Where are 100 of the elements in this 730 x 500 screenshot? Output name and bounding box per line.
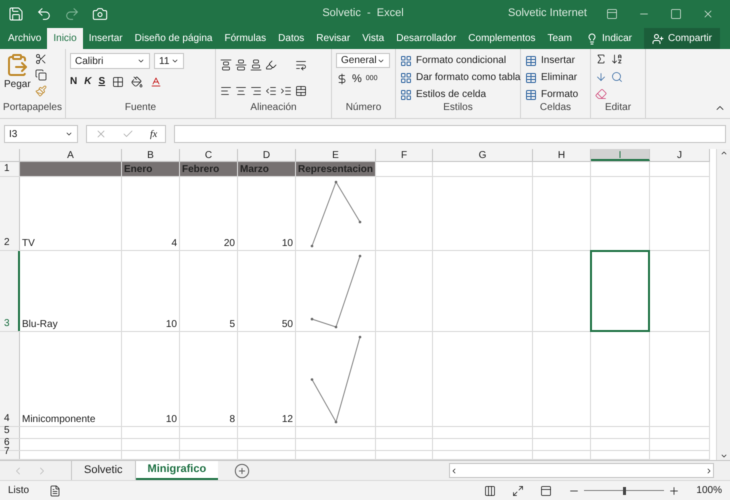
borders-icon[interactable] <box>112 76 124 88</box>
ribbon-tab[interactable]: Inicio <box>47 28 83 49</box>
align-left-icon[interactable] <box>220 84 232 96</box>
column-header[interactable]: F <box>376 149 433 161</box>
selected-cell[interactable] <box>590 250 650 332</box>
redo-icon[interactable] <box>64 6 80 22</box>
table-cell: 10 <box>166 318 177 331</box>
percent-button[interactable]: % <box>352 71 362 88</box>
maximize-icon[interactable] <box>670 8 682 20</box>
column-header[interactable]: D <box>238 149 296 161</box>
row-header[interactable]: 4 <box>0 332 20 426</box>
align-right-icon[interactable] <box>250 84 262 96</box>
zoom-slider[interactable] <box>584 486 664 494</box>
name-box[interactable]: I3 <box>4 125 78 143</box>
row-header[interactable]: 5 <box>0 427 20 438</box>
font-color-icon[interactable] <box>150 76 162 88</box>
close-icon[interactable] <box>702 8 714 20</box>
table-style-icon <box>400 88 412 100</box>
zoom-in-icon[interactable] <box>668 484 680 496</box>
paste-button[interactable]: Pegar <box>4 53 31 102</box>
table-cell: 10 <box>166 413 177 426</box>
styles-button[interactable]: Estilos de celda <box>400 87 520 102</box>
column-header[interactable]: J <box>650 149 710 161</box>
ribbon-tab[interactable]: Revisar <box>310 28 356 49</box>
tell-me-button[interactable]: Indicar <box>578 28 640 49</box>
table-cell: 8 <box>229 413 235 426</box>
scroll-up-icon <box>720 149 728 157</box>
camera-icon[interactable] <box>92 6 108 22</box>
number-format-field[interactable]: General <box>336 53 390 68</box>
align-top-icon[interactable] <box>220 58 232 70</box>
ribbon-tab[interactable]: Datos <box>272 28 310 49</box>
underline-button[interactable]: S <box>98 74 106 89</box>
vertical-scrollbar[interactable] <box>716 149 730 460</box>
formula-input[interactable] <box>174 125 726 143</box>
font-name-field[interactable]: Calibri <box>70 53 150 69</box>
column-header[interactable]: E <box>296 149 376 161</box>
align-center-icon[interactable] <box>235 84 247 96</box>
styles-button[interactable]: Dar formato como tabla <box>400 70 520 85</box>
sort-icon[interactable] <box>611 53 623 65</box>
insert-function-button[interactable]: fx <box>150 126 158 142</box>
fill-icon[interactable] <box>595 70 607 83</box>
person-icon <box>652 32 664 44</box>
horizontal-scrollbar[interactable] <box>449 463 714 478</box>
ribbon-tab[interactable]: Complementos <box>462 28 542 49</box>
normal-view-icon[interactable] <box>484 484 496 496</box>
wrap-text-icon[interactable] <box>295 58 307 70</box>
group-label: Editar <box>604 102 632 115</box>
table-cell: 20 <box>224 237 235 250</box>
save-icon[interactable] <box>8 6 24 22</box>
ribbon-tab[interactable]: Diseño de página <box>128 28 218 49</box>
styles-button[interactable]: Formato condicional <box>400 53 520 68</box>
add-sheet-icon[interactable] <box>234 462 250 478</box>
increase-indent-icon[interactable] <box>280 84 292 96</box>
zoom-level[interactable]: 100% <box>696 483 722 498</box>
column-header[interactable]: B <box>122 149 180 161</box>
group-label: Portapapeles <box>2 102 63 115</box>
italic-button[interactable]: K <box>84 74 92 89</box>
ribbon-tab[interactable]: Fórmulas <box>218 28 272 49</box>
copy-icon[interactable] <box>34 69 47 81</box>
ribbon-tab[interactable]: Archivo <box>2 28 48 49</box>
macro-icon[interactable] <box>49 484 62 496</box>
column-header[interactable]: A <box>20 149 122 161</box>
currency-icon[interactable] <box>336 73 348 86</box>
cells-button[interactable]: Formato <box>525 87 578 102</box>
fill-color-icon[interactable] <box>131 76 144 88</box>
column-header[interactable]: I <box>591 149 650 161</box>
share-button[interactable]: Compartir <box>644 28 720 49</box>
align-bottom-icon[interactable] <box>250 58 262 70</box>
status-text: Listo <box>8 484 30 498</box>
ribbon-tab[interactable]: Vista <box>356 28 390 49</box>
search-icon[interactable] <box>611 70 623 83</box>
cut-icon[interactable] <box>34 53 47 65</box>
sheet-tab[interactable]: Minigrafico <box>136 461 218 480</box>
cells-button[interactable]: Insertar <box>525 53 578 68</box>
group-label: Celdas <box>538 102 572 115</box>
ribbon-tab[interactable]: Team <box>542 28 578 49</box>
bold-button[interactable]: N <box>70 74 78 89</box>
row-header[interactable]: 1 <box>0 162 20 176</box>
undo-icon[interactable] <box>36 6 52 22</box>
merge-icon[interactable] <box>295 84 307 96</box>
row-header[interactable]: 2 <box>0 177 20 250</box>
column-header[interactable]: C <box>180 149 238 161</box>
account-name: Solvetic Internet <box>508 6 587 22</box>
row-header[interactable]: 3 <box>0 251 20 331</box>
table-cell: 12 <box>282 413 293 426</box>
align-middle-icon[interactable] <box>235 58 247 70</box>
column-header[interactable]: G <box>433 149 533 161</box>
ribbon-tab[interactable]: Insertar <box>82 28 129 49</box>
font-size-field[interactable]: 11 <box>154 53 184 69</box>
cells-icon <box>525 72 537 84</box>
decrease-indent-icon[interactable] <box>265 84 277 96</box>
cells-button[interactable]: Eliminar <box>525 70 578 85</box>
scroll-right-icon <box>705 466 713 474</box>
sum-icon[interactable] <box>595 53 607 65</box>
zoom-slider-thumb[interactable] <box>622 486 626 494</box>
ribbon-tab[interactable]: Desarrollador <box>390 28 462 49</box>
cells-icon <box>525 88 537 100</box>
eraser-icon[interactable] <box>595 88 607 100</box>
ribbon-options-icon[interactable] <box>606 8 618 20</box>
page-break-icon[interactable] <box>540 484 552 496</box>
